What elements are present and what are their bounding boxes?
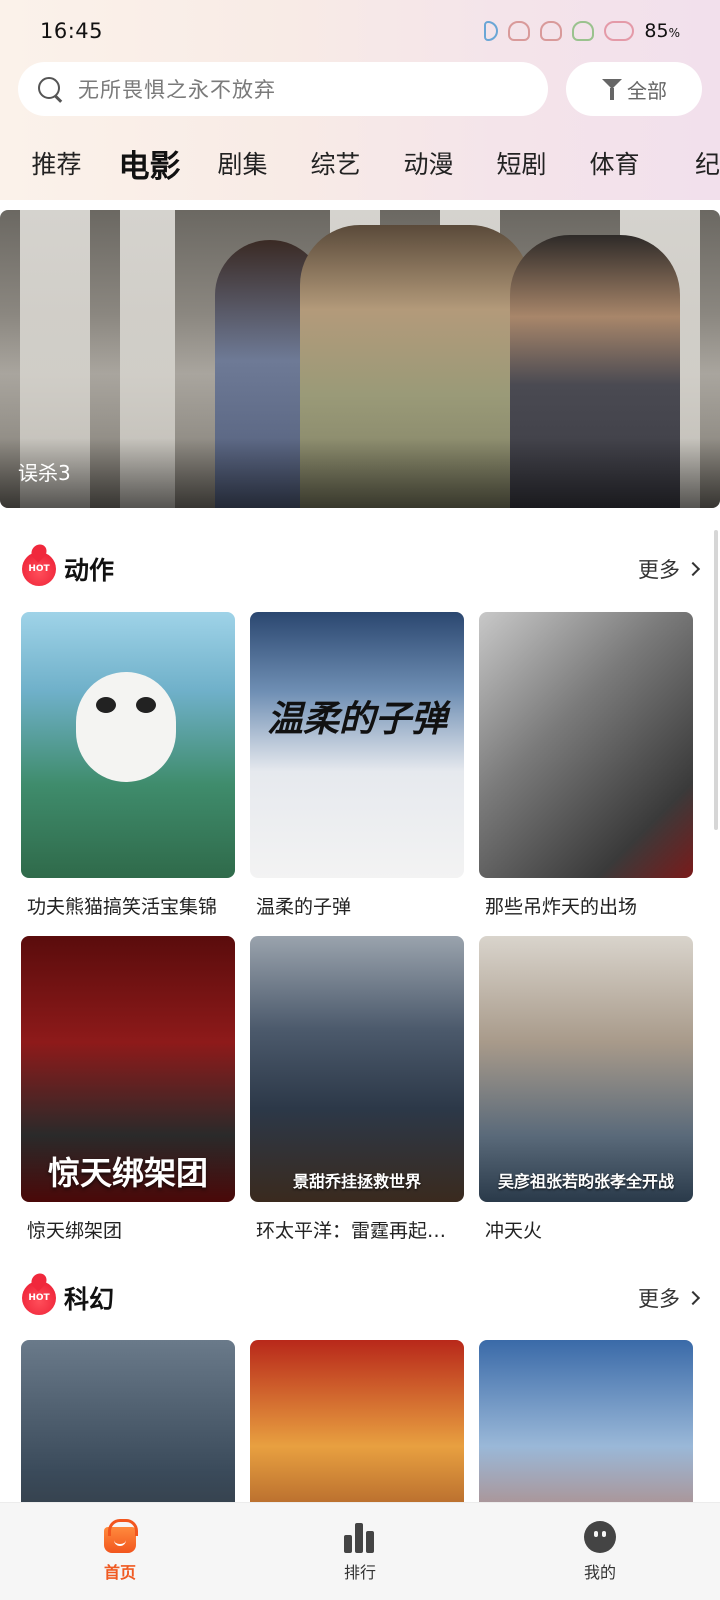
video-card[interactable]: 惊天绑架团 惊天绑架团 [21,936,235,1243]
poster-image [21,612,235,878]
status-bar: 16:45 85% [0,0,720,62]
video-card[interactable]: 吴彦祖张若昀张孝全开战 冲天火 [479,936,693,1243]
section-title-group: HOT 科幻 [22,1280,114,1316]
panda-art [76,672,176,782]
card-title: 环太平洋：雷霆再起… [256,1220,447,1242]
hot-icon: HOT [22,552,56,586]
poster-caption: 吴彦祖张若昀张孝全开战 [497,1172,674,1191]
banner-shade [0,438,720,508]
section-title: 动作 [64,556,115,585]
poster-image [479,612,693,878]
app-notification-icon [540,21,563,41]
chevron-right-icon [685,1290,701,1306]
section-header-scifi: HOT 科幻 更多 [22,1278,701,1318]
more-label: 更多 [638,1287,680,1311]
card-title: 那些吊炸天的出场 [485,896,638,918]
tab-recommend[interactable]: 推荐 [10,145,103,181]
section-title: 科幻 [64,1285,115,1314]
ranking-icon [344,1521,376,1553]
poster-image: 吴彦祖张若昀张孝全开战 [479,936,693,1202]
video-card[interactable]: 温柔的子弹 温柔的子弹 [250,612,464,919]
category-tabs: 推荐 电影 剧集 综艺 动漫 短剧 体育 纪 [0,138,720,188]
more-label: 更多 [638,558,680,582]
battery-level: 85% [644,20,680,42]
home-icon [104,1518,138,1553]
nav-home[interactable]: 首页 [50,1518,190,1583]
card-title: 冲天火 [485,1220,543,1242]
status-time: 16:45 [40,19,104,43]
filter-label: 全部 [627,78,667,103]
nav-label: 我的 [583,1562,616,1582]
nav-profile[interactable]: 我的 [530,1520,670,1583]
app-notification-icon [484,21,499,41]
search-placeholder: 无所畏惧之永不放弃 [78,78,276,102]
section-header-action: HOT 动作 更多 [22,549,701,589]
search-row: 无所畏惧之永不放弃 全部 [18,62,702,116]
tab-sports[interactable]: 体育 [568,145,661,181]
nav-ranking[interactable]: 排行 [290,1521,430,1583]
profile-icon [584,1520,616,1553]
section-title-group: HOT 动作 [22,551,114,587]
filter-all-button[interactable]: 全部 [566,62,702,116]
card-title: 温柔的子弹 [256,896,352,918]
poster-title-art: 惊天绑架团 [47,1154,208,1192]
hot-icon: HOT [22,1281,56,1315]
card-title: 惊天绑架团 [27,1220,123,1242]
search-input[interactable]: 无所畏惧之永不放弃 [18,62,548,116]
tab-documentary[interactable]: 纪 [661,145,720,181]
search-icon [36,75,64,103]
poster-image: 景甜乔挂拯救世界 [250,936,464,1202]
tab-series[interactable]: 剧集 [196,145,289,181]
tab-anime[interactable]: 动漫 [382,145,475,181]
notification-icons [484,21,635,41]
more-button[interactable]: 更多 [638,1283,701,1313]
video-card[interactable]: 功夫熊猫搞笑活宝集锦 [21,612,235,919]
video-card[interactable]: 景甜乔挂拯救世界 环太平洋：雷霆再起… [250,936,464,1243]
panda-art [96,697,116,713]
filter-icon [601,77,623,101]
hero-banner[interactable]: 误杀3 [0,210,720,508]
video-card[interactable]: 那些吊炸天的出场 [479,612,693,919]
scrollbar[interactable] [714,530,718,830]
bottom-navigation: 首页 排行 我的 [0,1502,720,1600]
nav-label: 排行 [343,1562,376,1582]
tab-movie[interactable]: 电影 [103,141,196,186]
tab-variety[interactable]: 综艺 [289,145,382,181]
poster-image: 温柔的子弹 [250,612,464,878]
app-notification-icon [572,21,595,41]
status-indicators: 85% [484,20,680,42]
nav-label: 首页 [103,1562,136,1582]
poster-caption: 景甜乔挂拯救世界 [292,1172,421,1191]
more-button[interactable]: 更多 [638,554,701,584]
tab-short-drama[interactable]: 短剧 [475,145,568,181]
poster-image: 惊天绑架团 [21,936,235,1202]
app-notification-icon [508,21,531,41]
chevron-right-icon [685,561,701,577]
panda-art [136,697,156,713]
app-notification-icon [604,21,635,41]
banner-title: 误杀3 [18,461,71,485]
poster-title-art: 温柔的子弹 [266,699,447,740]
card-title: 功夫熊猫搞笑活宝集锦 [27,896,218,918]
